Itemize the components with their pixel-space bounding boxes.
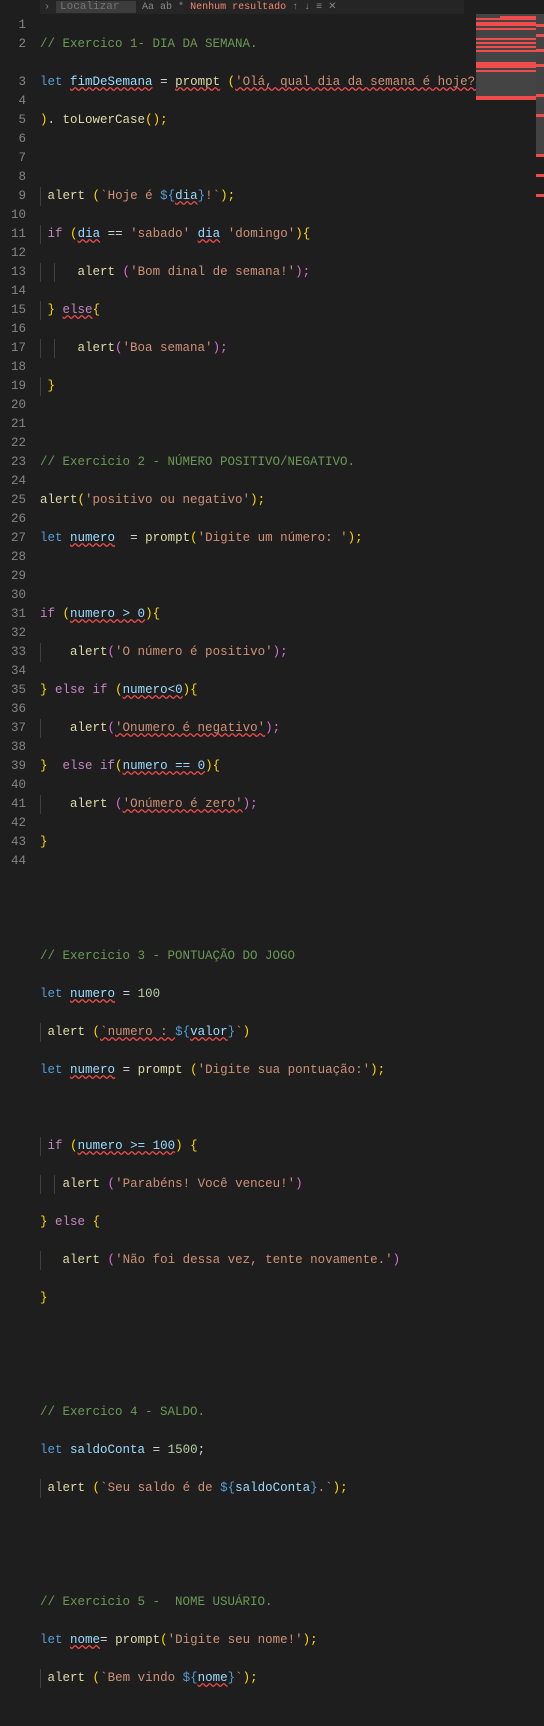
code-area[interactable]: // Exercico 1- DIA DA SEMANA. let fimDeS… — [40, 16, 544, 863]
code-line: alert ('Onúmero é zero'); — [40, 795, 544, 814]
word-icon[interactable]: ab — [160, 2, 172, 13]
code-line: } else { — [40, 1213, 544, 1232]
code-line: alert ('Parabéns! Você venceu!') — [40, 1175, 544, 1194]
line-numbers: 12 34 56 78 910 1112 1314 1516 1718 1920… — [0, 16, 40, 863]
code-line — [40, 1099, 544, 1118]
code-line: // Exercicio 3 - PONTUAÇÃO DO JOGO — [40, 947, 544, 966]
code-line: alert (`numero : ${valor}`) — [40, 1023, 544, 1042]
code-line: alert (`Bem vindo ${nome}`); — [40, 1669, 544, 1688]
code-line: // Exercicio 2 - NÚMERO POSITIVO/NEGATIV… — [40, 453, 544, 472]
find-result: Nenhum resultado — [190, 2, 286, 13]
code-line: alert ('Não foi dessa vez, tente novamen… — [40, 1251, 544, 1270]
code-line: ). toLowerCase(); — [40, 111, 544, 130]
code-line — [40, 1327, 544, 1346]
code-line: let numero = prompt('Digite um número: '… — [40, 529, 544, 548]
regex-icon[interactable]: * — [178, 2, 184, 13]
code-line: // Exercicio 5 - NOME USUÁRIO. — [40, 1593, 544, 1612]
code-line: alert (`Hoje é ${dia}!`); — [40, 187, 544, 206]
code-line: } — [40, 1289, 544, 1308]
code-line: let nome= prompt('Digite seu nome!'); — [40, 1631, 544, 1650]
find-bar: › Aa ab * Nenhum resultado ↑ ↓ ≡ ✕ — [40, 0, 464, 14]
code-line: } else{ — [40, 301, 544, 320]
code-line: if (dia == 'sabado' dia 'domingo'){ — [40, 225, 544, 244]
case-icon[interactable]: Aa — [142, 2, 154, 13]
code-line: let numero = prompt ('Digite sua pontuaç… — [40, 1061, 544, 1080]
code-line: alert('Onumero é negativo'); — [40, 719, 544, 738]
editor[interactable]: 12 34 56 78 910 1112 1314 1516 1718 1920… — [0, 0, 544, 863]
minimap[interactable] — [476, 14, 536, 174]
code-line: // Exercico 1- DIA DA SEMANA. — [40, 35, 544, 54]
code-line: alert('positivo ou negativo'); — [40, 491, 544, 510]
prev-icon[interactable]: ↑ — [292, 2, 298, 13]
code-line: if (numero >= 100) { — [40, 1137, 544, 1156]
code-line: let numero = 100 — [40, 985, 544, 1004]
code-line: alert ('Bom dinal de semana!'); — [40, 263, 544, 282]
code-line — [40, 415, 544, 434]
next-icon[interactable]: ↓ — [304, 2, 310, 13]
code-line — [40, 567, 544, 586]
code-line: } else if(numero == 0){ — [40, 757, 544, 776]
selection-icon[interactable]: ≡ — [316, 2, 322, 13]
code-line — [40, 1365, 544, 1384]
code-line: alert('Boa semana'); — [40, 339, 544, 358]
code-line: let saldoConta = 1500; — [40, 1441, 544, 1460]
code-line: } — [40, 833, 544, 852]
code-line: alert('O número é positivo'); — [40, 643, 544, 662]
code-line — [40, 149, 544, 168]
code-line: alert (`Seu saldo é de ${saldoConta}.`); — [40, 1479, 544, 1498]
find-input[interactable] — [56, 1, 136, 13]
code-line: } else if (numero<0){ — [40, 681, 544, 700]
chevron-right-icon[interactable]: › — [44, 2, 50, 13]
code-line: let fimDeSemana = prompt ('Olá, qual dia… — [40, 73, 544, 92]
code-line — [40, 1555, 544, 1574]
code-line — [40, 909, 544, 928]
code-line: // Exercico 4 - SALDO. — [40, 1403, 544, 1422]
code-line — [40, 1517, 544, 1536]
code-line: } — [40, 377, 544, 396]
close-icon[interactable]: ✕ — [328, 1, 336, 13]
code-line: if (numero > 0){ — [40, 605, 544, 624]
code-line — [40, 871, 544, 890]
